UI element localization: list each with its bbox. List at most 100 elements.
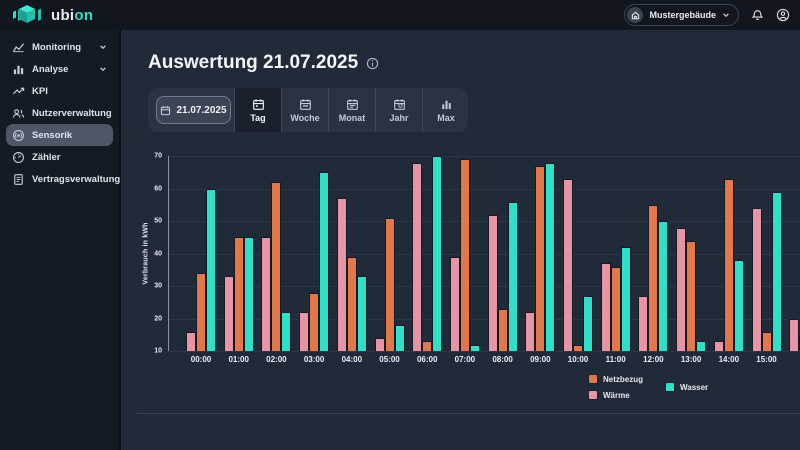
building-selector[interactable]: Mustergebäude <box>624 4 739 26</box>
tab-woche[interactable]: Woche <box>281 88 328 132</box>
gridline <box>169 351 800 352</box>
legend-item-netzbezug: Netzbezug <box>588 374 643 384</box>
bar-waerme <box>186 332 196 352</box>
tab-label: Tag <box>250 113 265 123</box>
info-icon[interactable] <box>366 57 379 70</box>
x-axis-tick-label: 11:00 <box>606 355 626 364</box>
bar-wasser <box>432 156 442 351</box>
bar-waerme <box>563 179 573 351</box>
bar-wasser <box>621 247 631 351</box>
sidebar-item-monitoring[interactable]: Monitoring <box>6 36 113 58</box>
bar-chart-icon <box>440 98 453 111</box>
bar-wasser <box>319 172 329 351</box>
sidebar-item-vertragsverwaltung[interactable]: Vertragsverwaltung <box>6 168 113 190</box>
notifications-bell-icon[interactable] <box>751 9 764 22</box>
x-axis-tick-label: 14:00 <box>719 355 739 364</box>
x-axis-tick-label: 04:00 <box>342 355 362 364</box>
bar-waerme <box>337 198 347 351</box>
tab-max[interactable]: Max <box>422 88 469 132</box>
bar-netzbezug <box>535 166 545 351</box>
bar-wasser <box>658 221 668 351</box>
sidebar-item-label: Monitoring <box>32 42 81 53</box>
chart-plot: 1020304050607000:0001:0002:0003:0004:000… <box>168 156 800 351</box>
bar-netzbezug <box>611 267 621 352</box>
bar-wasser <box>734 260 744 351</box>
bar-netzbezug <box>422 341 432 351</box>
sidebar-item-sensorik[interactable]: Sensorik <box>6 124 113 146</box>
tab-label: Woche <box>290 113 319 123</box>
bar-netzbezug <box>234 237 244 351</box>
bar-waerme <box>676 228 686 352</box>
x-axis-tick-label: 09:00 <box>530 355 550 364</box>
bar-netzbezug <box>762 332 772 352</box>
page-title: Auswertung 21.07.2025 <box>148 52 379 74</box>
bar-netzbezug <box>385 218 395 351</box>
bar-wasser <box>696 341 706 351</box>
sidebar-item-label: Nutzerverwaltung <box>32 108 112 119</box>
bar-wasser <box>281 312 291 351</box>
sidebar-item-nutzerverwaltung[interactable]: Nutzerverwaltung <box>6 102 113 124</box>
bar-wasser <box>244 237 254 351</box>
y-axis-tick-label: 60 <box>154 185 162 192</box>
bar-netzbezug <box>460 159 470 351</box>
bar-wasser <box>357 276 367 351</box>
bar-netzbezug <box>309 293 319 352</box>
bar-waerme <box>601 263 611 351</box>
bar-waerme <box>752 208 762 351</box>
x-axis-tick-label: 07:00 <box>455 355 475 364</box>
bar-netzbezug <box>724 179 734 351</box>
date-picker-button[interactable]: 21.07.2025 <box>156 96 231 124</box>
bar-netzbezug <box>686 241 696 352</box>
bar-waerme <box>261 237 271 351</box>
tab-label: Max <box>437 113 455 123</box>
chevron-down-icon <box>722 11 730 19</box>
trend-up-icon <box>12 85 25 98</box>
bar-waerme <box>638 296 648 351</box>
x-axis-tick-label: 01:00 <box>228 355 248 364</box>
x-axis-tick-label: 08:00 <box>492 355 512 364</box>
y-axis-tick-label: 30 <box>154 283 162 290</box>
sidebar-item-label: Zähler <box>32 152 61 163</box>
bar-waerme <box>375 338 385 351</box>
legend-item-wasser: Wasser <box>665 382 708 392</box>
bar-waerme <box>789 319 799 352</box>
calendar-day-icon <box>252 98 265 111</box>
x-axis-tick-label: 10:00 <box>568 355 588 364</box>
bar-wasser <box>206 189 216 352</box>
sidebar-item-label: KPI <box>32 86 48 97</box>
bar-wasser <box>470 345 480 352</box>
bar-wasser <box>772 192 782 351</box>
y-axis-tick-label: 70 <box>154 153 162 160</box>
sidebar-item-zaehler[interactable]: Zähler <box>6 146 113 168</box>
user-account-icon[interactable] <box>776 8 790 22</box>
chevron-down-icon <box>99 43 107 51</box>
main-content: Auswertung 21.07.2025 21.07.2025 Tag Wo <box>123 30 800 450</box>
tab-jahr[interactable]: Jahr <box>375 88 422 132</box>
x-axis-tick-label: 03:00 <box>304 355 324 364</box>
gauge-icon <box>12 151 25 164</box>
bar-waerme <box>525 312 535 351</box>
bar-waerme <box>488 215 498 352</box>
tab-monat[interactable]: Monat <box>328 88 375 132</box>
bar-waerme <box>299 312 309 351</box>
sidebar-item-kpi[interactable]: KPI <box>6 80 113 102</box>
bar-waerme <box>224 276 234 351</box>
app-window: ubion Mustergebäude <box>0 0 800 450</box>
calendar-icon <box>160 105 171 116</box>
time-range-toolbar: 21.07.2025 Tag Woche Monat Jahr <box>148 88 468 132</box>
brand-logo[interactable]: ubion <box>10 4 93 26</box>
sidebar-item-analyse[interactable]: Analyse <box>6 58 113 80</box>
cube-logo-icon <box>10 4 44 26</box>
legend-swatch <box>588 374 598 384</box>
legend-column-1: NetzbezugWärme <box>588 374 643 400</box>
tab-tag[interactable]: Tag <box>234 88 281 132</box>
bar-netzbezug <box>573 345 583 352</box>
content-divider <box>137 413 800 414</box>
y-axis-tick-label: 20 <box>154 315 162 322</box>
time-range-tabs: Tag Woche Monat Jahr Max <box>234 88 469 132</box>
legend-swatch <box>665 382 675 392</box>
x-axis-tick-label: 06:00 <box>417 355 437 364</box>
date-picker-label: 21.07.2025 <box>176 105 226 116</box>
sidebar: Monitoring Analyse KPI Nutzerverwaltu <box>0 30 121 450</box>
bar-netzbezug <box>498 309 508 351</box>
